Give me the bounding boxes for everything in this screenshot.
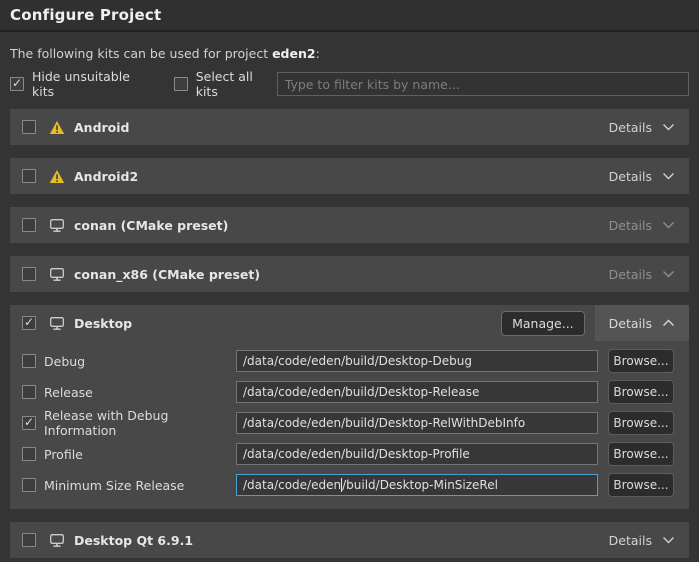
title-bar: Configure Project [0, 0, 699, 32]
desktop-icon [48, 533, 66, 548]
kit-name: Android [74, 120, 130, 135]
browse-button[interactable]: Browse... [608, 380, 674, 404]
configure-project-page: Configure Project The following kits can… [0, 0, 699, 562]
kit-checkbox[interactable] [22, 120, 36, 134]
intro-text: The following kits can be used for proje… [10, 46, 689, 61]
page-title: Configure Project [10, 6, 161, 24]
hide-unsuitable-checkbox[interactable] [10, 77, 24, 91]
build-dir-input[interactable] [236, 350, 598, 372]
config-checkbox[interactable] [22, 478, 36, 492]
config-label: Release with Debug Information [44, 408, 236, 438]
config-row-release: Release Browse... [22, 381, 689, 403]
kit-checkbox[interactable] [22, 169, 36, 183]
kit-row-android2: Android2 Details [10, 158, 689, 194]
manage-button[interactable]: Manage... [501, 311, 585, 336]
config-label: Release [44, 385, 236, 400]
browse-button[interactable]: Browse... [608, 349, 674, 373]
select-all-label: Select all kits [196, 69, 277, 99]
content-area: The following kits can be used for proje… [0, 46, 699, 558]
project-name: eden2 [272, 46, 316, 61]
config-checkbox[interactable] [22, 416, 36, 430]
config-checkbox[interactable] [22, 385, 36, 399]
chevron-up-icon [662, 319, 675, 327]
hide-unsuitable-label: Hide unsuitable kits [32, 69, 153, 99]
details-button[interactable]: Details [595, 305, 689, 341]
browse-button[interactable]: Browse... [608, 442, 674, 466]
kit-name: conan_x86 (CMake preset) [74, 267, 260, 282]
details-button[interactable]: Details [609, 522, 675, 558]
details-button[interactable]: Details [609, 158, 675, 194]
details-label: Details [609, 120, 652, 135]
kit-name: conan (CMake preset) [74, 218, 228, 233]
path-text-after-caret: /build/Desktop-MinSizeRel [342, 478, 498, 492]
config-label: Profile [44, 447, 236, 462]
browse-button[interactable]: Browse... [608, 411, 674, 435]
config-row-profile: Profile Browse... [22, 443, 689, 465]
desktop-icon [48, 218, 66, 233]
details-label: Details [609, 533, 652, 548]
config-row-relwithdebinfo: Release with Debug Information Browse... [22, 412, 689, 434]
kit-row-desktop: Desktop Manage... Details [10, 305, 689, 341]
chevron-down-icon [662, 270, 675, 278]
warning-icon [48, 120, 66, 135]
warning-icon [48, 169, 66, 184]
details-label: Details [609, 267, 652, 282]
config-checkbox[interactable] [22, 447, 36, 461]
kit-name: Desktop Qt 6.9.1 [74, 533, 193, 548]
kit-panel-desktop: Desktop Manage... Details Debug Browse..… [10, 305, 689, 509]
intro-text-after: : [316, 46, 320, 61]
kit-row-desktop-qt: Desktop Qt 6.9.1 Details [10, 522, 689, 558]
details-label: Details [609, 316, 652, 331]
details-button[interactable]: Details [609, 109, 675, 145]
kit-row-android: Android Details [10, 109, 689, 145]
browse-button[interactable]: Browse... [608, 473, 674, 497]
path-text-before-caret: /data/code/eden [243, 478, 341, 492]
build-dir-input-focused[interactable]: /data/code/eden/build/Desktop-MinSizeRel [236, 474, 598, 496]
chevron-down-icon [662, 172, 675, 180]
desktop-icon [48, 267, 66, 282]
config-row-minsizerel: Minimum Size Release /data/code/eden/bui… [22, 474, 689, 496]
kit-row-conan-x86: conan_x86 (CMake preset) Details [10, 256, 689, 292]
kit-checkbox[interactable] [22, 218, 36, 232]
details-button[interactable]: Details [609, 256, 675, 292]
details-label: Details [609, 218, 652, 233]
select-all-checkbox[interactable] [174, 77, 188, 91]
filter-input[interactable] [277, 72, 689, 96]
build-dir-input[interactable] [236, 412, 598, 434]
chevron-down-icon [662, 536, 675, 544]
config-label: Minimum Size Release [44, 478, 236, 493]
chevron-down-icon [662, 123, 675, 131]
config-row-debug: Debug Browse... [22, 350, 689, 372]
details-label: Details [609, 169, 652, 184]
kit-checkbox[interactable] [22, 533, 36, 547]
build-dir-input[interactable] [236, 381, 598, 403]
build-dir-input[interactable] [236, 443, 598, 465]
config-checkbox[interactable] [22, 354, 36, 368]
kit-row-conan: conan (CMake preset) Details [10, 207, 689, 243]
kit-checkbox[interactable] [22, 316, 36, 330]
intro-text-before: The following kits can be used for proje… [10, 46, 272, 61]
desktop-icon [48, 316, 66, 331]
config-label: Debug [44, 354, 236, 369]
kit-checkbox[interactable] [22, 267, 36, 281]
details-button[interactable]: Details [609, 207, 675, 243]
chevron-down-icon [662, 221, 675, 229]
kit-name: Android2 [74, 169, 138, 184]
filter-row: Hide unsuitable kits Select all kits [10, 72, 689, 96]
kit-name: Desktop [74, 316, 132, 331]
